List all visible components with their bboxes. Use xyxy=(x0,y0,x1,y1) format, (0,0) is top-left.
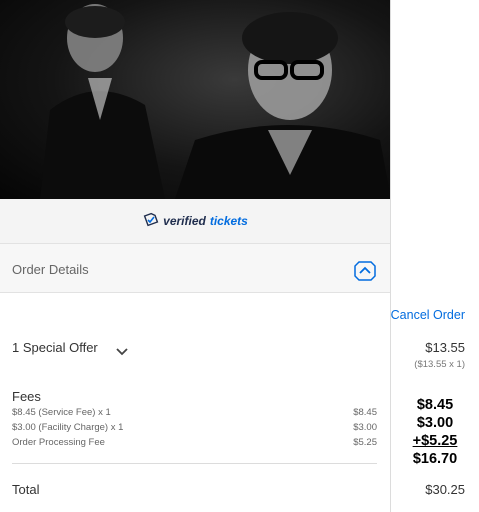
cancel-order-link[interactable]: Cancel Order xyxy=(391,308,465,322)
calc-sum: $16.70 xyxy=(412,451,458,467)
chevron-down-icon[interactable] xyxy=(116,343,128,361)
chevron-up-icon xyxy=(353,261,377,286)
fee-row: $3.00 (Facility Charge) x 1 $3.00 xyxy=(12,422,377,434)
verified-tickets-badge: verified tickets xyxy=(0,199,390,244)
calc-line: $8.45 xyxy=(416,397,454,413)
calc-line: $3.00 xyxy=(416,415,454,431)
fee-value: $8.45 xyxy=(353,407,377,418)
fee-label: $8.45 (Service Fee) x 1 xyxy=(12,407,111,418)
offer-price: $13.55 xyxy=(425,340,465,355)
fee-row: $8.45 (Service Fee) x 1 $8.45 xyxy=(12,407,377,419)
offer-price-breakdown: ($13.55 x 1) xyxy=(414,359,465,370)
order-details-header: Order Details xyxy=(0,244,390,293)
ticket-check-icon xyxy=(143,211,159,232)
fee-value: $5.25 xyxy=(353,437,377,448)
calc-line: +$5.25 xyxy=(412,433,458,449)
order-details-title: Order Details xyxy=(12,262,89,277)
total-label: Total xyxy=(12,482,40,497)
divider xyxy=(12,463,377,464)
fee-sum-annotation: $8.45 $3.00 +$5.25 $16.70 xyxy=(400,396,470,468)
fee-value: $3.00 xyxy=(353,422,377,433)
fees-title: Fees xyxy=(12,389,41,404)
fee-row: Order Processing Fee $5.25 xyxy=(12,437,377,449)
tickets-word: tickets xyxy=(209,214,248,228)
verified-word: verified xyxy=(163,214,206,228)
collapse-details-button[interactable] xyxy=(353,260,377,282)
offer-label[interactable]: 1 Special Offer xyxy=(12,340,98,355)
event-photo xyxy=(0,0,390,199)
fee-label: Order Processing Fee xyxy=(12,437,105,448)
fee-label: $3.00 (Facility Charge) x 1 xyxy=(12,422,124,433)
total-value: $30.25 xyxy=(425,482,465,497)
order-panel: verified tickets Order Details xyxy=(0,0,391,512)
